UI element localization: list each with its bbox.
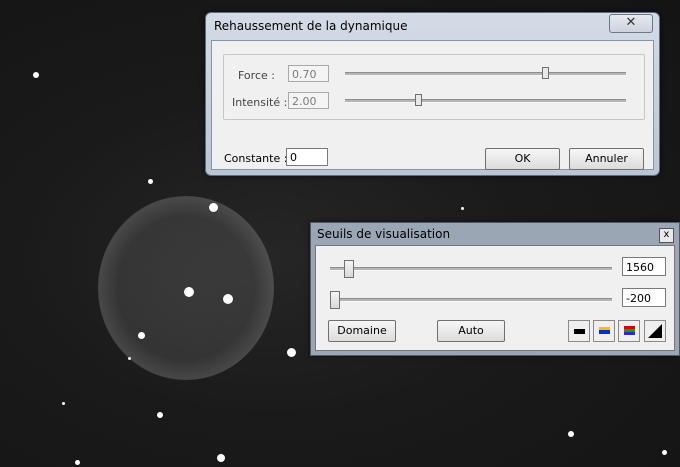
star bbox=[662, 450, 667, 455]
dynamic-enhancement-dialog: Rehaussement de la dynamique ✕ Force : 0… bbox=[205, 12, 660, 176]
intensite-slider-track[interactable] bbox=[345, 99, 626, 103]
force-slider-thumb[interactable] bbox=[541, 67, 549, 79]
star bbox=[461, 207, 464, 210]
high-threshold-field[interactable]: 1560 bbox=[622, 257, 666, 276]
star bbox=[62, 402, 65, 405]
star bbox=[184, 287, 194, 297]
star bbox=[148, 179, 153, 184]
palette-rainbow-button[interactable] bbox=[618, 320, 640, 342]
cancel-button[interactable]: Annuler bbox=[569, 148, 644, 170]
palette-rainbow-icon bbox=[624, 326, 635, 335]
constante-label: Constante : bbox=[224, 152, 288, 165]
palette-gradient-icon bbox=[648, 324, 662, 338]
intensite-label: Intensité : bbox=[232, 96, 288, 109]
close-icon[interactable]: ✕ bbox=[609, 14, 653, 33]
star bbox=[568, 431, 574, 437]
star bbox=[33, 72, 39, 78]
star bbox=[209, 203, 218, 212]
palette-mono-icon bbox=[574, 329, 585, 334]
parameters-group: Force : 0.70 Intensité : 2.00 bbox=[223, 54, 645, 120]
dialog-title: Seuils de visualisation bbox=[317, 227, 451, 241]
star bbox=[128, 357, 131, 360]
star bbox=[157, 412, 163, 418]
ok-button[interactable]: OK bbox=[485, 148, 560, 170]
constante-field[interactable]: 0 bbox=[286, 148, 328, 166]
force-slider-track[interactable] bbox=[345, 72, 626, 76]
star bbox=[217, 454, 225, 462]
star bbox=[287, 348, 296, 357]
force-label: Force : bbox=[238, 69, 275, 82]
low-threshold-slider-thumb[interactable] bbox=[330, 291, 340, 309]
palette-mono-button[interactable] bbox=[568, 320, 590, 342]
intensite-slider-thumb[interactable] bbox=[415, 94, 423, 106]
star bbox=[138, 332, 145, 339]
palette-gradient-button[interactable] bbox=[644, 320, 666, 342]
dialog-title: Rehaussement de la dynamique bbox=[214, 19, 408, 33]
low-threshold-slider-track[interactable] bbox=[330, 298, 612, 302]
close-icon[interactable]: x bbox=[659, 228, 674, 243]
high-threshold-slider-track[interactable] bbox=[330, 267, 612, 271]
domain-button[interactable]: Domaine bbox=[328, 320, 396, 342]
visualization-thresholds-dialog: Seuils de visualisation x 1560 -200 Doma… bbox=[310, 222, 680, 356]
dialog-body: Force : 0.70 Intensité : 2.00 Constante … bbox=[211, 40, 654, 170]
palette-blue-yellow-icon bbox=[599, 327, 610, 334]
palette-blue-yellow-button[interactable] bbox=[593, 320, 615, 342]
force-field[interactable]: 0.70 bbox=[288, 65, 329, 82]
auto-button[interactable]: Auto bbox=[437, 320, 505, 342]
intensite-field[interactable]: 2.00 bbox=[288, 92, 329, 109]
dialog-body: 1560 -200 Domaine Auto bbox=[315, 245, 675, 351]
star bbox=[75, 460, 80, 465]
high-threshold-slider-thumb[interactable] bbox=[344, 260, 355, 278]
low-threshold-field[interactable]: -200 bbox=[622, 288, 666, 307]
star bbox=[223, 294, 233, 304]
